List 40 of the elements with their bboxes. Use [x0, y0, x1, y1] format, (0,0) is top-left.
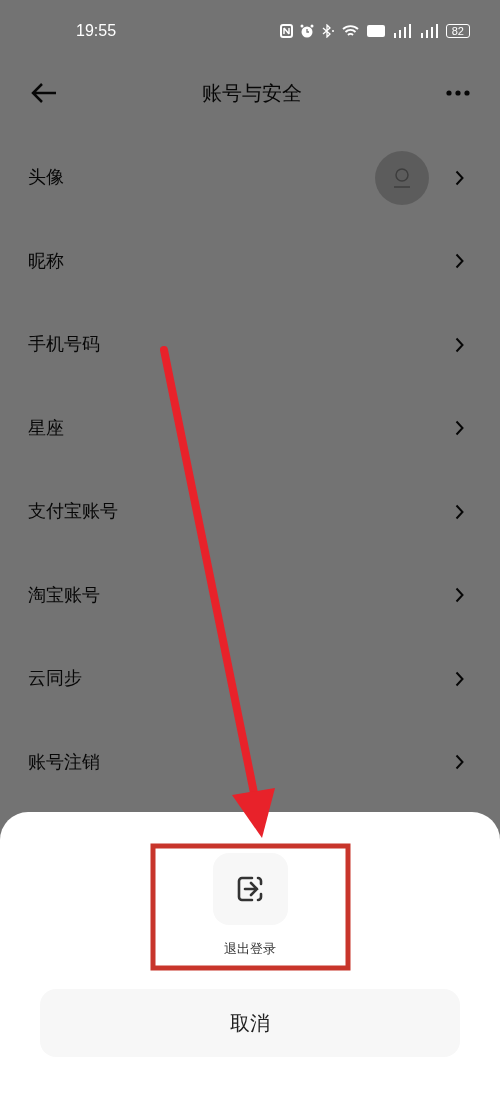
bluetooth-icon — [320, 24, 335, 38]
row-label: 手机号码 — [28, 333, 101, 357]
back-icon[interactable] — [30, 82, 58, 104]
chevron-icon — [455, 587, 464, 604]
signal-icon — [418, 24, 439, 38]
settings-row[interactable]: 云同步 — [0, 637, 500, 721]
row-label: 星座 — [28, 416, 65, 440]
row-label: 支付宝账号 — [28, 500, 119, 524]
settings-row[interactable]: 支付宝账号 — [0, 470, 500, 554]
signal-icon — [391, 24, 412, 38]
settings-row[interactable]: 星座 — [0, 386, 500, 470]
chevron-icon — [455, 169, 464, 186]
chevron-icon — [455, 420, 464, 437]
hd-icon — [366, 25, 385, 37]
row-label: 账号注销 — [28, 750, 101, 774]
page-title: 账号与安全 — [202, 81, 302, 106]
settings-row[interactable]: 账号注销 — [0, 720, 500, 804]
settings-row[interactable]: 昵称 — [0, 219, 500, 303]
action-label: 退出登录 — [224, 940, 276, 958]
chevron-icon — [455, 503, 464, 520]
status-time: 19:55 — [76, 21, 117, 41]
settings-row[interactable]: 手机号码 — [0, 303, 500, 387]
nfc-icon — [279, 24, 293, 38]
wifi-icon — [341, 24, 360, 38]
chevron-icon — [455, 336, 464, 353]
chevron-icon — [455, 754, 464, 771]
cancel-button[interactable]: 取消 — [40, 988, 460, 1057]
logout-tile[interactable] — [212, 853, 288, 925]
chevron-icon — [455, 253, 464, 270]
row-label: 昵称 — [28, 249, 65, 273]
settings-row[interactable]: 淘宝账号 — [0, 553, 500, 637]
row-label: 淘宝账号 — [28, 583, 101, 607]
battery-indicator: 82 — [445, 24, 470, 38]
alarm-icon — [299, 24, 314, 38]
more-icon[interactable] — [446, 90, 470, 96]
row-label: 云同步 — [28, 667, 83, 691]
chevron-icon — [455, 670, 464, 687]
row-label: 头像 — [28, 166, 65, 190]
settings-row[interactable]: 头像 — [0, 136, 500, 220]
logout-icon — [236, 875, 264, 903]
